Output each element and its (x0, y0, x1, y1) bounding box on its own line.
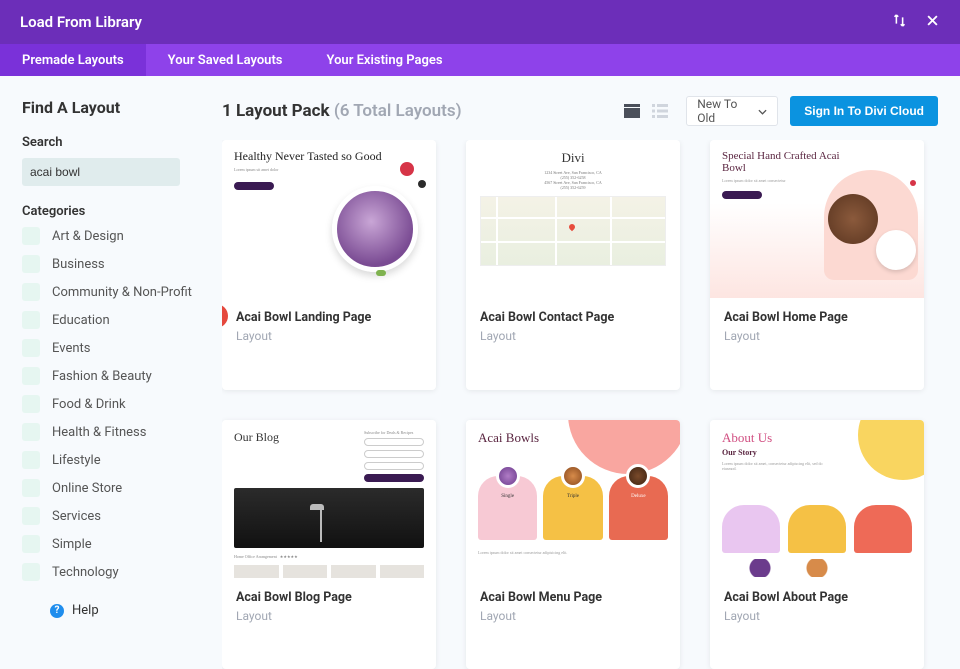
category-label: Education (52, 313, 110, 328)
header-actions (892, 13, 940, 32)
sidebar: Find A Layout Search + Filter Categories… (0, 76, 200, 669)
close-icon[interactable] (925, 13, 940, 32)
search-label: Search (22, 135, 200, 150)
portability-icon[interactable] (892, 13, 907, 32)
layout-title: Acai Bowl Home Page (724, 310, 910, 325)
category-label: Services (52, 509, 101, 524)
category-item[interactable]: Fashion & Beauty (22, 367, 200, 385)
sort-label: New To Old (697, 97, 758, 125)
layout-type: Layout (480, 329, 666, 343)
category-item[interactable]: Online Store (22, 479, 200, 497)
layout-title: Acai Bowl Menu Page (480, 590, 666, 605)
layout-card[interactable]: 1 Healthy Never Tasted so Good Lorem ips… (222, 140, 436, 390)
layout-type: Layout (236, 329, 422, 343)
category-item[interactable]: Services (22, 507, 200, 525)
tab-premade-layouts[interactable]: Premade Layouts (0, 44, 146, 76)
category-label: Food & Drink (52, 397, 126, 412)
sort-dropdown[interactable]: New To Old (686, 96, 778, 126)
layout-card[interactable]: Special Hand Crafted Acai Bowl Lorem ips… (710, 140, 924, 390)
category-item[interactable]: Art & Design (22, 227, 200, 245)
layout-card[interactable]: About Us Our Story Lorem ipsum dolor sit… (710, 420, 924, 669)
layout-title: Acai Bowl About Page (724, 590, 910, 605)
view-switch (620, 100, 672, 122)
category-item[interactable]: Business (22, 255, 200, 273)
category-label: Community & Non-Profit (52, 285, 192, 300)
category-item[interactable]: Lifestyle (22, 451, 200, 469)
category-item[interactable]: Technology (22, 563, 200, 581)
help-icon: ? (50, 604, 64, 618)
category-label: Events (52, 341, 90, 356)
layout-type: Layout (480, 609, 666, 623)
category-label: Health & Fitness (52, 425, 146, 440)
category-label: Simple (52, 537, 92, 552)
category-label: Fashion & Beauty (52, 369, 152, 384)
chevron-down-icon (758, 104, 767, 118)
category-item[interactable]: Health & Fitness (22, 423, 200, 441)
sidebar-title: Find A Layout (22, 98, 200, 117)
layout-card[interactable]: Acai Bowls Single Triple Deluxe Lorem ip… (466, 420, 680, 669)
categories-label: Categories (22, 204, 200, 219)
category-item[interactable]: Community & Non-Profit (22, 283, 200, 301)
category-label: Art & Design (52, 229, 124, 244)
layout-title: Acai Bowl Landing Page (236, 310, 422, 325)
layout-thumbnail: Healthy Never Tasted so Good Lorem ipsum… (222, 140, 436, 298)
category-list: Art & Design Business Community & Non-Pr… (22, 227, 200, 581)
layout-card[interactable]: Our Blog Subscribe for Deals & Recipes H… (222, 420, 436, 669)
category-label: Lifestyle (52, 453, 101, 468)
help-link[interactable]: ? Help (50, 603, 200, 618)
layout-thumbnail: Divi 1234 Street Ave, San Francisco, CA … (466, 140, 680, 298)
list-view-icon[interactable] (648, 100, 672, 122)
modal-title: Load From Library (20, 13, 892, 31)
category-item[interactable]: Food & Drink (22, 395, 200, 413)
category-item[interactable]: Events (22, 339, 200, 357)
tab-saved-layouts[interactable]: Your Saved Layouts (146, 44, 305, 76)
grid-view-icon[interactable] (620, 100, 644, 122)
category-item[interactable]: Simple (22, 535, 200, 553)
layout-thumbnail: Special Hand Crafted Acai Bowl Lorem ips… (710, 140, 924, 298)
layout-thumbnail: Acai Bowls Single Triple Deluxe Lorem ip… (466, 420, 680, 578)
main-panel: 1 Layout Pack (6 Total Layouts) New To O… (200, 76, 960, 669)
category-item[interactable]: Education (22, 311, 200, 329)
layout-thumbnail: About Us Our Story Lorem ipsum dolor sit… (710, 420, 924, 578)
category-label: Business (52, 257, 105, 272)
signin-button[interactable]: Sign In To Divi Cloud (790, 96, 938, 126)
tab-existing-pages[interactable]: Your Existing Pages (305, 44, 465, 76)
layout-card[interactable]: Divi 1234 Street Ave, San Francisco, CA … (466, 140, 680, 390)
help-label: Help (72, 603, 99, 618)
layout-type: Layout (724, 329, 910, 343)
layout-type: Layout (724, 609, 910, 623)
category-label: Online Store (52, 481, 122, 496)
layout-title: Acai Bowl Blog Page (236, 590, 422, 605)
search-container: + Filter (22, 158, 180, 186)
category-label: Technology (52, 565, 119, 580)
layout-grid: 1 Healthy Never Tasted so Good Lorem ips… (222, 140, 938, 669)
modal-header: Load From Library (0, 0, 960, 44)
main-toolbar: 1 Layout Pack (6 Total Layouts) New To O… (222, 96, 938, 126)
layout-thumbnail: Our Blog Subscribe for Deals & Recipes H… (222, 420, 436, 578)
search-input[interactable] (22, 165, 180, 179)
layout-title: Acai Bowl Contact Page (480, 310, 666, 325)
tab-bar: Premade Layouts Your Saved Layouts Your … (0, 44, 960, 76)
result-count: 1 Layout Pack (6 Total Layouts) (222, 101, 462, 121)
layout-type: Layout (236, 609, 422, 623)
